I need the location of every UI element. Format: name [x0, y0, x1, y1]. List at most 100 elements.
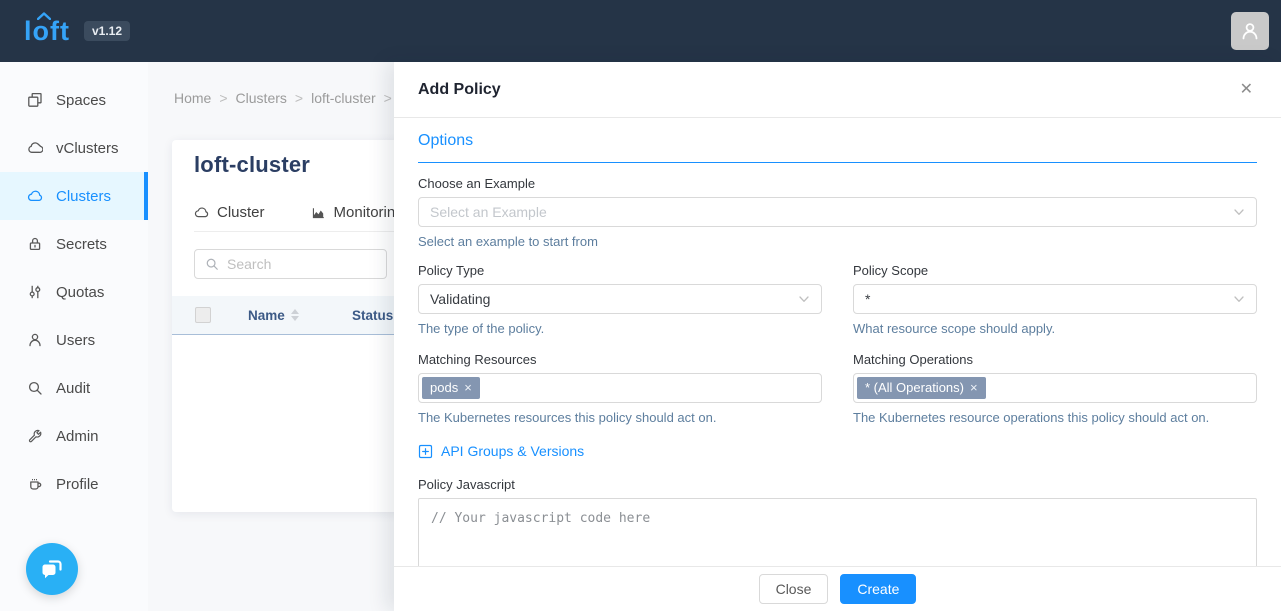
api-groups-versions-label: API Groups & Versions: [441, 443, 584, 459]
chat-widget-button[interactable]: [26, 543, 78, 595]
breadcrumb-loft-cluster[interactable]: loft-cluster: [311, 90, 376, 106]
sort-icon: [291, 309, 299, 321]
resource-tag: pods ×: [422, 377, 480, 399]
column-label: Name: [248, 308, 285, 323]
example-help-text: Select an example to start from: [418, 234, 1257, 249]
wrench-icon: [27, 428, 43, 444]
sidebar-item-label: vClusters: [56, 140, 119, 157]
drawer-header: Add Policy ✕: [394, 62, 1281, 118]
sidebar-item-quotas[interactable]: Quotas: [0, 268, 148, 316]
loft-logo-roof-icon: [37, 12, 51, 20]
breadcrumb-home[interactable]: Home: [174, 90, 211, 106]
matching-row: Matching Resources pods × The Kubernetes…: [418, 352, 1257, 425]
cloud-icon: [194, 205, 209, 220]
policy-javascript-label: Policy Javascript: [418, 477, 1257, 492]
sidebar-item-spaces[interactable]: Spaces: [0, 76, 148, 124]
cloud-icon: [27, 188, 43, 204]
magnifier-icon: [27, 380, 43, 396]
matching-resources-input[interactable]: pods ×: [418, 373, 822, 403]
drawer-footer: Close Create: [394, 566, 1281, 611]
add-policy-drawer: Add Policy ✕ Options Choose an Example S…: [394, 62, 1281, 611]
policy-javascript-editor[interactable]: // Your javascript code here: [418, 498, 1257, 567]
vcluster-icon: [27, 140, 43, 156]
code-placeholder: // Your javascript code here: [431, 511, 650, 526]
tab-label: Cluster: [217, 204, 265, 221]
sidebar-item-label: Admin: [56, 428, 99, 445]
resource-tag-label: pods: [430, 380, 458, 396]
policy-type-label: Policy Type: [418, 263, 822, 278]
select-all-checkbox[interactable]: [195, 307, 211, 323]
sidebar-item-admin[interactable]: Admin: [0, 412, 148, 460]
drawer-title: Add Policy: [418, 81, 501, 99]
chat-icon: [38, 555, 66, 583]
drawer-body: Options Choose an Example Select an Exam…: [394, 118, 1281, 566]
plus-square-icon: [418, 444, 433, 459]
sidebar-item-label: Quotas: [56, 284, 104, 301]
loft-logo-text: loft: [24, 16, 70, 46]
sliders-icon: [27, 284, 43, 300]
api-groups-versions-link[interactable]: API Groups & Versions: [418, 443, 584, 459]
chevron-down-icon: [1233, 206, 1245, 218]
sidebar-item-audit[interactable]: Audit: [0, 364, 148, 412]
search-icon: [205, 257, 219, 271]
sidebar-item-profile[interactable]: Profile: [0, 460, 148, 508]
user-icon: [1239, 20, 1261, 42]
policy-type-select[interactable]: Validating: [418, 284, 822, 314]
mug-icon: [27, 476, 43, 492]
sidebar-item-label: Audit: [56, 380, 90, 397]
policy-type-help: The type of the policy.: [418, 321, 822, 336]
example-select-placeholder: Select an Example: [430, 204, 547, 220]
operation-tag: * (All Operations) ×: [857, 377, 986, 399]
policy-scope-value: *: [865, 291, 870, 307]
column-header-status: Status: [352, 308, 393, 323]
tag-remove-icon[interactable]: ×: [970, 380, 978, 396]
breadcrumb: Home > Clusters > loft-cluster > P: [174, 90, 409, 106]
sidebar-item-clusters[interactable]: Clusters: [0, 172, 148, 220]
sidebar-item-label: Clusters: [56, 188, 111, 205]
policy-type-value: Validating: [430, 291, 490, 307]
tab-monitoring[interactable]: Monitoring: [311, 204, 404, 221]
close-button[interactable]: Close: [759, 574, 829, 604]
sidebar-item-users[interactable]: Users: [0, 316, 148, 364]
loft-logo[interactable]: loft: [24, 18, 70, 45]
sidebar-item-vclusters[interactable]: vClusters: [0, 124, 148, 172]
breadcrumb-separator: >: [384, 90, 392, 106]
breadcrumb-separator: >: [219, 90, 227, 106]
sidebar-item-label: Profile: [56, 476, 99, 493]
tag-remove-icon[interactable]: ×: [464, 380, 472, 396]
matching-operations-field: Matching Operations * (All Operations) ×…: [853, 352, 1257, 425]
matching-resources-help: The Kubernetes resources this policy sho…: [418, 410, 822, 425]
lock-icon: [27, 236, 43, 252]
matching-resources-label: Matching Resources: [418, 352, 822, 367]
breadcrumb-separator: >: [295, 90, 303, 106]
spaces-icon: [27, 92, 43, 108]
sidebar-item-label: Users: [56, 332, 95, 349]
column-header-name[interactable]: Name: [248, 308, 299, 323]
top-bar: loft v1.12: [0, 0, 1281, 62]
user-avatar[interactable]: [1231, 12, 1269, 50]
sidebar-item-secrets[interactable]: Secrets: [0, 220, 148, 268]
chart-icon: [311, 205, 326, 220]
policy-type-field: Policy Type Validating The type of the p…: [418, 263, 822, 336]
tab-cluster[interactable]: Cluster: [194, 204, 265, 221]
operation-tag-label: * (All Operations): [865, 380, 964, 396]
policy-scope-select[interactable]: *: [853, 284, 1257, 314]
policy-type-scope-row: Policy Type Validating The type of the p…: [418, 263, 1257, 336]
version-badge: v1.12: [84, 21, 130, 41]
close-icon[interactable]: ✕: [1236, 78, 1257, 102]
sidebar: Spaces vClusters Clusters Secrets Quotas…: [0, 62, 148, 611]
matching-operations-label: Matching Operations: [853, 352, 1257, 367]
policy-scope-field: Policy Scope * What resource scope shoul…: [853, 263, 1257, 336]
options-section-title: Options: [418, 132, 1257, 163]
breadcrumb-clusters[interactable]: Clusters: [236, 90, 287, 106]
search-input[interactable]: [227, 256, 376, 272]
search-box[interactable]: [194, 249, 387, 279]
matching-resources-field: Matching Resources pods × The Kubernetes…: [418, 352, 822, 425]
sidebar-item-label: Secrets: [56, 236, 107, 253]
create-button[interactable]: Create: [840, 574, 916, 604]
example-field-label: Choose an Example: [418, 176, 1257, 191]
example-select[interactable]: Select an Example: [418, 197, 1257, 227]
policy-scope-label: Policy Scope: [853, 263, 1257, 278]
matching-operations-help: The Kubernetes resource operations this …: [853, 410, 1257, 425]
matching-operations-input[interactable]: * (All Operations) ×: [853, 373, 1257, 403]
